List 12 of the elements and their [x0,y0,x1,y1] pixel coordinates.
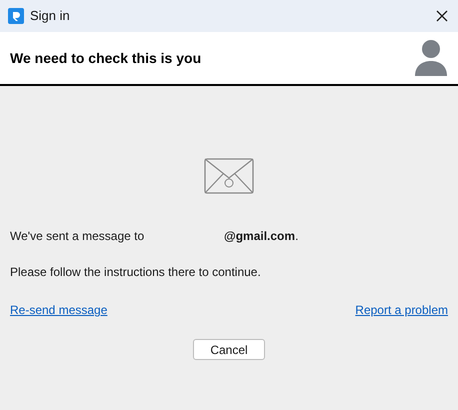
app-logo-icon [8,8,24,24]
envelope-icon [204,158,254,194]
cancel-button[interactable]: Cancel [193,339,265,360]
close-icon[interactable] [436,10,448,22]
link[interactable]: Report a problem [355,301,448,319]
user-avatar-icon [414,40,448,76]
header-title: We need to check this is you [10,48,202,68]
instruction-text: Please follow the instructions there to continue. [9,264,262,281]
window-title: Sign in [30,7,70,26]
message-text: We've sent a message to [10,228,146,245]
email-text: @gmail.com. [224,228,298,245]
link[interactable]: Re-send message [10,301,108,319]
